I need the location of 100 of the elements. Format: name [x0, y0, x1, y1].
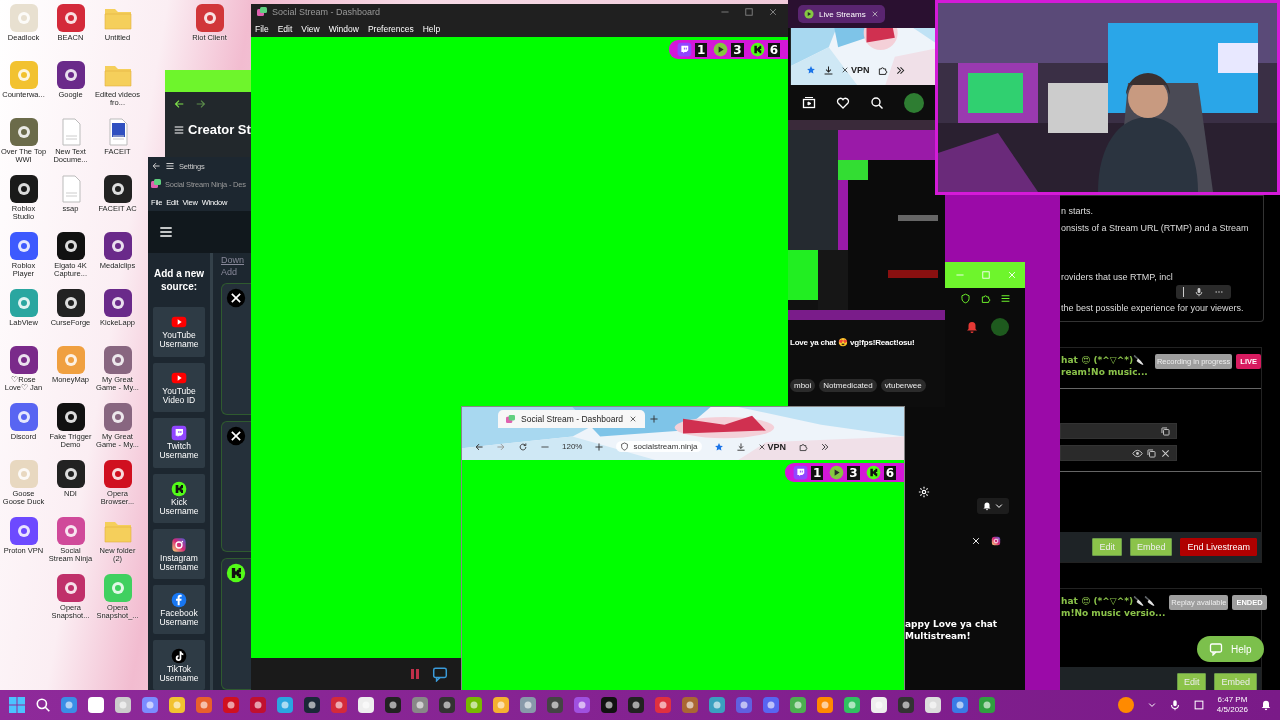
menu-item[interactable]: Window: [328, 23, 359, 34]
close-icon[interactable]: [1160, 447, 1171, 459]
app-icon[interactable]: [55, 232, 86, 260]
app-icon[interactable]: [168, 696, 186, 714]
menu-icon[interactable]: [165, 161, 175, 171]
bell-icon[interactable]: [965, 320, 979, 334]
app-icon[interactable]: [87, 696, 105, 714]
maximize-button[interactable]: [744, 7, 754, 17]
chevron-icon[interactable]: [1146, 700, 1157, 710]
live-icon[interactable]: [802, 95, 816, 110]
source-button[interactable]: Facebook Username: [153, 584, 205, 635]
copy-icon[interactable]: [1160, 425, 1171, 437]
count-label: 6: [767, 42, 780, 57]
app-icon[interactable]: [870, 696, 888, 714]
stream-title: Love ya chat 😍 vg!fps!React!osu!: [789, 337, 915, 347]
settings-icon[interactable]: [918, 486, 930, 498]
search-button[interactable]: [35, 697, 51, 713]
zoom-level: 120%: [562, 442, 583, 451]
reload-button[interactable]: [518, 441, 528, 452]
chat-message: appy Love ya chat Multistream!: [905, 618, 999, 642]
app-icon[interactable]: [102, 289, 133, 317]
info-text: the best possible experience for your viewers.: [1061, 303, 1245, 313]
copy-icon[interactable]: [1146, 447, 1157, 459]
key-field[interactable]: [1060, 445, 1177, 461]
source-button[interactable]: YouTube Username: [153, 307, 205, 357]
app-icon[interactable]: [600, 696, 618, 714]
download-link[interactable]: Down: [221, 255, 251, 265]
menu-item[interactable]: Preferences: [367, 23, 414, 34]
monitor-icon[interactable]: [1192, 699, 1205, 711]
app-icon[interactable]: [897, 696, 915, 714]
zoom-in-button[interactable]: [594, 441, 605, 452]
app-icon[interactable]: [102, 232, 133, 260]
notification-icon[interactable]: [1260, 699, 1272, 711]
app-icon[interactable]: [357, 696, 375, 714]
tag-chip[interactable]: Notmedicated: [819, 379, 877, 392]
browser-tab[interactable]: Social Stream - Dashboard: [498, 410, 646, 428]
shield-icon: [620, 442, 630, 451]
app-logo-icon: [506, 414, 515, 424]
notification-dropdown[interactable]: [977, 498, 1009, 514]
start-button[interactable]: [8, 696, 26, 714]
app-icon[interactable]: [627, 696, 645, 714]
forward-button[interactable]: [195, 98, 207, 110]
app-icon[interactable]: [55, 403, 86, 431]
mic-icon[interactable]: [1168, 699, 1181, 711]
mic-icon[interactable]: [1194, 287, 1204, 297]
close-button[interactable]: [768, 7, 778, 17]
bookmark-icon[interactable]: [713, 441, 724, 452]
tag-chip[interactable]: vtuberwee: [880, 379, 926, 392]
menu-icon[interactable]: [1000, 293, 1011, 304]
back-button[interactable]: [151, 161, 161, 171]
app-icon[interactable]: [55, 289, 86, 317]
count-label: 3: [731, 42, 744, 57]
url-field[interactable]: [1060, 423, 1177, 439]
app-icon[interactable]: [55, 460, 86, 488]
source-button[interactable]: Instagram Username: [153, 529, 205, 579]
app-icon[interactable]: [102, 175, 133, 203]
shield-icon[interactable]: [960, 293, 971, 304]
stream-title: hat 😍 (*^▽^*)🔪 ream!No music...: [1061, 354, 1149, 378]
end-livestream-button[interactable]: End Livestream: [1180, 538, 1257, 556]
avatar[interactable]: [904, 92, 924, 113]
app-title: Creator St: [188, 122, 251, 137]
app-icon[interactable]: [492, 696, 510, 714]
back-button[interactable]: [474, 441, 484, 452]
app-icon[interactable]: [843, 696, 861, 714]
instagram-icon: [991, 536, 1001, 546]
app-icon[interactable]: [384, 696, 402, 714]
menu-item[interactable]: Edit: [277, 23, 293, 34]
pause-icon: [408, 667, 422, 681]
app-icon[interactable]: [438, 696, 456, 714]
extensions-icon[interactable]: [798, 441, 808, 452]
app-icon[interactable]: [8, 346, 39, 374]
address-bar[interactable]: socialstream.ninja: [616, 441, 702, 452]
source-button[interactable]: YouTube Video ID: [153, 362, 205, 413]
heart-icon[interactable]: [836, 95, 850, 110]
app-icon[interactable]: [303, 696, 321, 714]
info-text: roviders that use RTMP, incl: [1061, 272, 1174, 282]
x-logo-icon[interactable]: [971, 536, 981, 546]
back-button[interactable]: [173, 98, 185, 110]
eye-icon[interactable]: [1132, 447, 1143, 459]
source-button[interactable]: TikTok Username: [153, 640, 205, 690]
tag-chip[interactable]: mboi: [790, 379, 816, 392]
app-icon[interactable]: [8, 175, 39, 203]
search-icon[interactable]: [870, 95, 884, 110]
menu-button[interactable]: [158, 224, 174, 240]
menu-item[interactable]: View: [301, 23, 320, 34]
menu-item[interactable]: File: [255, 23, 269, 34]
more-icon[interactable]: [820, 441, 830, 452]
count-label: 3: [847, 465, 860, 480]
close-icon: [629, 415, 638, 423]
new-tab-icon[interactable]: [649, 414, 660, 424]
app-icon[interactable]: [55, 61, 86, 89]
menu-item[interactable]: Help: [422, 23, 441, 34]
source-button[interactable]: Kick Username: [153, 473, 205, 524]
vpn-badge[interactable]: VPN: [757, 441, 786, 452]
count-label: 6: [883, 465, 896, 480]
app-icon[interactable]: [114, 696, 132, 714]
app-icon[interactable]: [924, 696, 942, 714]
extension-icon[interactable]: [980, 293, 991, 304]
source-button[interactable]: Twitch Username: [153, 418, 205, 468]
clock[interactable]: 6:47 PM 4/5/2026: [1216, 695, 1248, 715]
